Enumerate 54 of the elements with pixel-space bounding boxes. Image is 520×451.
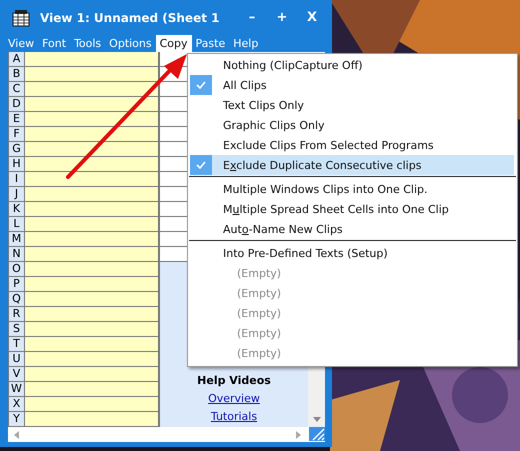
row-header: L xyxy=(8,217,25,232)
row-header: M xyxy=(8,232,25,247)
row-header: F xyxy=(8,127,25,142)
resize-grip-icon[interactable] xyxy=(309,427,325,441)
row-header: G xyxy=(8,142,25,157)
row-header: T xyxy=(8,337,25,352)
window-control-button[interactable]: + xyxy=(269,10,295,25)
row-header: H xyxy=(8,157,25,172)
row-header: W xyxy=(8,382,25,397)
sheet-icon xyxy=(12,8,30,26)
row-header: X xyxy=(8,397,25,412)
row-header: J xyxy=(8,187,25,202)
row-header: V xyxy=(8,367,25,382)
row-header: U xyxy=(8,352,25,367)
row-header: A xyxy=(8,52,25,67)
menu-option[interactable]: Auto-Name New Clips xyxy=(190,219,514,239)
menu-option[interactable]: Graphic Clips Only xyxy=(190,115,514,135)
menu-item[interactable]: View xyxy=(4,35,38,52)
row-header: C xyxy=(8,82,25,97)
menu-item[interactable]: Copy xyxy=(156,35,192,52)
row-header: D xyxy=(8,97,25,112)
menu-option[interactable]: Into Pre-Defined Texts (Setup) xyxy=(190,243,514,263)
menu-option[interactable]: Text Clips Only xyxy=(190,95,514,115)
row-header: S xyxy=(8,322,25,337)
scroll-left-icon[interactable] xyxy=(14,430,19,438)
menu-option[interactable]: Nothing (ClipCapture Off) xyxy=(190,55,514,75)
scroll-right-icon[interactable] xyxy=(296,430,301,438)
window-title: View 1: Unnamed (Sheet 1 xyxy=(40,10,220,24)
menu-option[interactable]: Multiple Spread Sheet Cells into One Clip xyxy=(190,199,514,219)
window-control-button[interactable]: X xyxy=(299,10,325,25)
menu-item[interactable]: Help xyxy=(229,35,262,52)
window-control-button[interactable]: – xyxy=(239,10,265,25)
menu-option[interactable]: Multiple Windows Clips into One Clip. xyxy=(190,179,514,199)
row-header: K xyxy=(8,202,25,217)
help-heading: Help Videos xyxy=(197,374,271,387)
row-header: N xyxy=(8,247,25,262)
menu-option[interactable]: Exclude Clips From Selected Programs xyxy=(190,135,514,155)
row-header: R xyxy=(8,307,25,322)
help-link[interactable]: Tutorials xyxy=(210,410,258,423)
row-header: P xyxy=(8,277,25,292)
menu-item[interactable]: Options xyxy=(105,35,156,52)
menu-option[interactable]: Exclude Duplicate Consecutive clips xyxy=(190,155,514,175)
menu-item[interactable]: Tools xyxy=(70,35,106,52)
row-header: O xyxy=(8,262,25,277)
row-header: I xyxy=(8,172,25,187)
row-header: Q xyxy=(8,292,25,307)
menu-option[interactable]: All Clips xyxy=(190,75,514,95)
scroll-down-icon[interactable] xyxy=(312,417,320,422)
row-header: B xyxy=(8,67,25,82)
row-header: E xyxy=(8,112,25,127)
help-link[interactable]: Overview xyxy=(208,392,260,405)
menu-item[interactable]: Paste xyxy=(192,35,230,52)
menu-item[interactable]: Font xyxy=(38,35,70,52)
row-header: Y xyxy=(8,412,25,427)
